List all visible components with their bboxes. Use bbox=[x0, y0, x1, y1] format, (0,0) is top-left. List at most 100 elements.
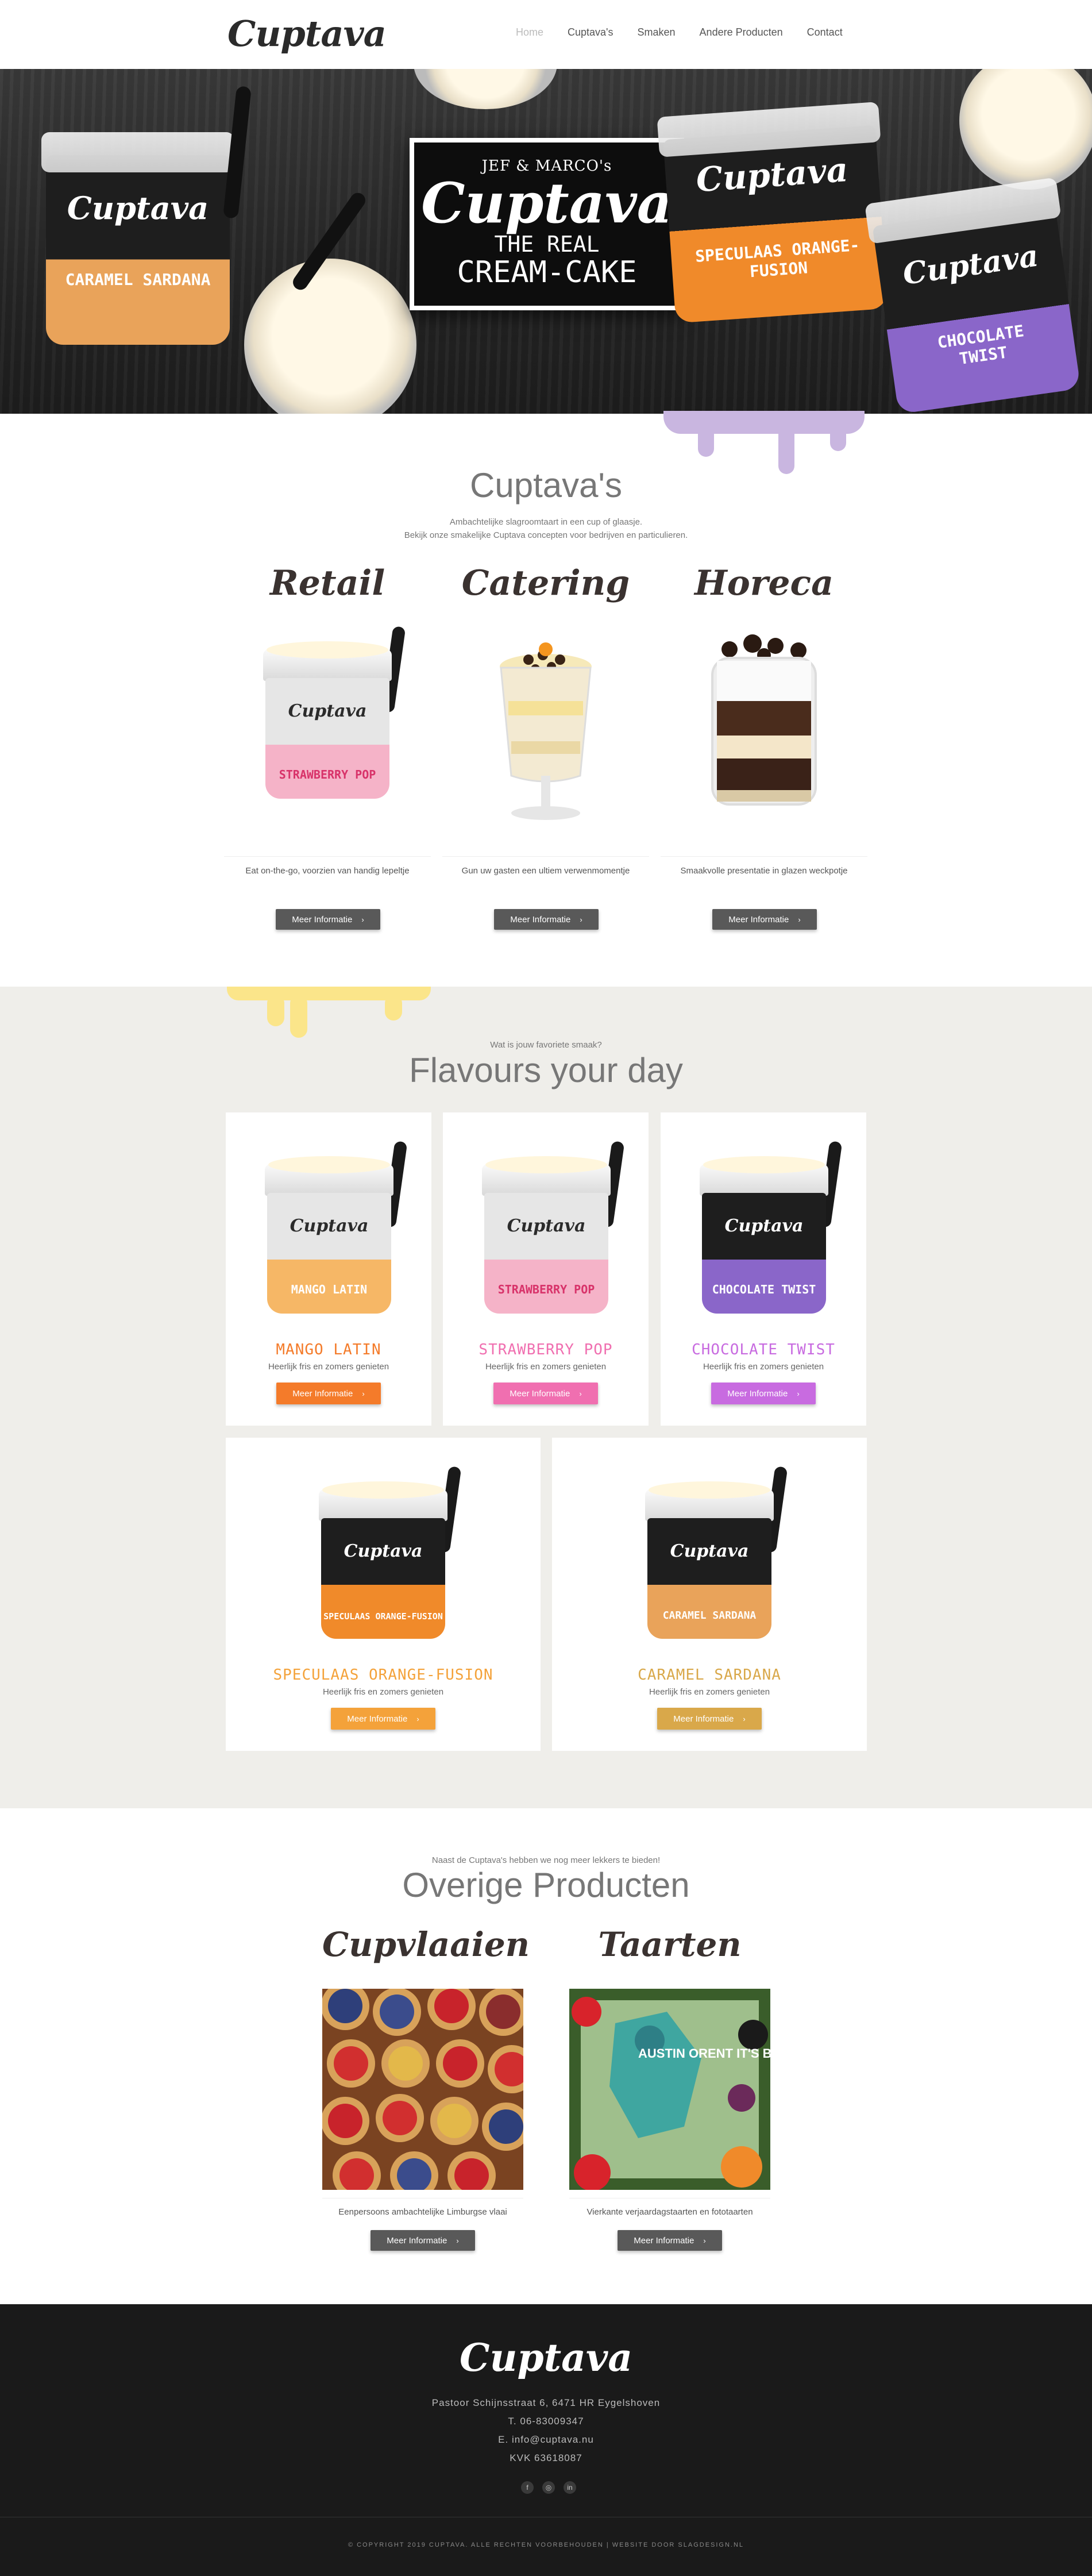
site-logo[interactable]: Cuptava bbox=[227, 13, 387, 55]
concept-name: Horeca bbox=[694, 563, 834, 603]
hero-banner: Cuptava CARAMEL SARDANA JEF & MARCO's Cu… bbox=[0, 69, 1092, 414]
flavour-card-mango: Cuptava MANGO LATIN MANGO LATIN Heerlijk… bbox=[226, 1112, 431, 1426]
chevron-right-icon: › bbox=[361, 915, 364, 924]
flavours-title: Flavours your day bbox=[409, 1051, 683, 1089]
button-label: Meer Informatie bbox=[510, 1388, 570, 1399]
facebook-icon[interactable]: f bbox=[521, 2481, 534, 2494]
nav-link-home[interactable]: Home bbox=[516, 26, 543, 38]
chocolate-more-info-button[interactable]: Meer Informatie › bbox=[711, 1383, 816, 1404]
flavour-name: CHOCOLATE TWIST bbox=[692, 1341, 835, 1358]
product-desc-taarten: Vierkante verjaardagstaarten en fototaar… bbox=[586, 2207, 753, 2217]
footer-phone[interactable]: T. 06-83009347 bbox=[0, 2416, 1092, 2427]
hero-brand-badge: JEF & MARCO's Cuptava THE REAL CREAM-CAK… bbox=[410, 138, 684, 310]
badge-brand: Cuptava bbox=[421, 171, 673, 236]
hero-cup-speculaas: Cuptava SPECULAAS ORANGE-FUSION bbox=[657, 102, 888, 324]
concept-description: Eat on-the-go, voorzien van handig lepel… bbox=[224, 856, 431, 876]
cup-flavour: CHOCOLATE TWIST bbox=[936, 321, 1025, 368]
strawberry-more-info-button[interactable]: Meer Informatie › bbox=[493, 1383, 598, 1404]
concepts-subtitle-1: Ambachtelijke slagroomtaart in een cup o… bbox=[449, 517, 643, 527]
footer-kvk: KVK 63618087 bbox=[510, 2452, 582, 2463]
hero-cup-caramel: Cuptava CARAMEL SARDANA bbox=[41, 132, 234, 345]
footer-copyright: © COPYRIGHT 2019 CUPTAVA. ALLE RECHTEN V… bbox=[348, 2542, 744, 2548]
flavours-eyebrow: Wat is jouw favoriete smaak? bbox=[490, 1040, 602, 1050]
mango-more-info-button[interactable]: Meer Informatie › bbox=[276, 1383, 381, 1404]
flavour-name: SPECULAAS ORANGE-FUSION bbox=[273, 1666, 493, 1684]
other-eyebrow: Naast de Cuptava's hebben we nog meer le… bbox=[431, 1855, 661, 1865]
hero-cup-chocolate: Cuptava CHOCOLATE TWIST bbox=[865, 177, 1081, 414]
taarten-photo: AUSTIN ORENT IT'S BIRTHDAY LOVE NMMONG G… bbox=[569, 1989, 770, 2190]
flavour-card-chocolate: Cuptava CHOCOLATE TWIST CHOCOLATE TWIST … bbox=[661, 1112, 866, 1426]
chevron-right-icon: › bbox=[580, 915, 582, 924]
chevron-right-icon: › bbox=[362, 1389, 365, 1398]
flavour-subtitle: Heerlijk fris en zomers genieten bbox=[485, 1362, 607, 1372]
button-label: Meer Informatie bbox=[510, 914, 571, 925]
flavour-cup-image: Cuptava CARAMEL SARDANA bbox=[640, 1466, 788, 1639]
cupvlaaien-photo bbox=[322, 1989, 523, 2190]
concepts-title: Cuptava's bbox=[470, 466, 622, 505]
retail-more-info-button[interactable]: Meer Informatie › bbox=[276, 909, 380, 930]
nav-link-andere-producten[interactable]: Andere Producten bbox=[700, 26, 783, 38]
nav-link-smaken[interactable]: Smaken bbox=[638, 26, 676, 38]
nav-menu: Home Cuptava's Smaken Andere Producten C… bbox=[516, 26, 867, 38]
badge-line-1: THE REAL bbox=[494, 232, 600, 257]
top-navigation: Cuptava Home Cuptava's Smaken Andere Pro… bbox=[0, 0, 1092, 69]
horeca-more-info-button[interactable]: Meer Informatie › bbox=[712, 909, 817, 930]
concept-description: Smaakvolle presentatie in glazen weckpot… bbox=[661, 856, 867, 876]
flavour-card-strawberry: Cuptava STRAWBERRY POP STRAWBERRY POP He… bbox=[443, 1112, 649, 1426]
flavour-cup-image: Cuptava MANGO LATIN bbox=[260, 1141, 408, 1314]
cup-brand: Cuptava bbox=[694, 150, 850, 200]
concept-name: Retail bbox=[269, 563, 385, 603]
flavour-card-speculaas: Cuptava SPECULAAS ORANGE-FUSION SPECULAA… bbox=[226, 1438, 541, 1751]
purple-drip-decoration bbox=[663, 411, 865, 474]
flavour-cup-image: Cuptava CHOCOLATE TWIST bbox=[695, 1141, 843, 1314]
flavour-cup-image: Cuptava STRAWBERRY POP bbox=[477, 1141, 625, 1314]
cupvlaaien-more-info-button[interactable]: Meer Informatie › bbox=[371, 2230, 475, 2251]
catering-more-info-button[interactable]: Meer Informatie › bbox=[494, 909, 599, 930]
cup-brand: Cuptava bbox=[67, 190, 209, 226]
flavour-name: CARAMEL SARDANA bbox=[638, 1666, 781, 1684]
caramel-more-info-button[interactable]: Meer Informatie › bbox=[657, 1708, 762, 1730]
flavour-subtitle: Heerlijk fris en zomers genieten bbox=[322, 1687, 444, 1697]
concept-description: Gun uw gasten een ultiem verwenmomentje bbox=[442, 856, 649, 876]
chevron-right-icon: › bbox=[579, 1389, 582, 1398]
yellow-drip-decoration bbox=[227, 987, 431, 1038]
flavour-cup-image: Cuptava SPECULAAS ORANGE-FUSION bbox=[314, 1466, 462, 1639]
concept-retail: Retail Cuptava STRAWBERRY POP Eat on-the… bbox=[224, 563, 431, 876]
flavour-name: STRAWBERRY POP bbox=[479, 1341, 613, 1358]
cup-flavour: CARAMEL SARDANA bbox=[662, 1609, 757, 1622]
button-label: Meer Informatie bbox=[347, 1714, 408, 1724]
catering-glass-image bbox=[500, 642, 592, 820]
nav-link-contact[interactable]: Contact bbox=[807, 26, 843, 38]
speculaas-more-info-button[interactable]: Meer Informatie › bbox=[331, 1708, 435, 1730]
flavour-name: MANGO LATIN bbox=[276, 1341, 381, 1358]
flavour-subtitle: Heerlijk fris en zomers genieten bbox=[703, 1362, 824, 1372]
button-label: Meer Informatie bbox=[673, 1714, 734, 1724]
concepts-subtitle-2: Bekijk onze smakelijke Cuptava concepten… bbox=[404, 530, 688, 540]
horeca-jar-image bbox=[711, 634, 817, 806]
instagram-icon[interactable]: ◎ bbox=[542, 2481, 555, 2494]
other-title: Overige Producten bbox=[402, 1866, 690, 1904]
nav-link-cuptavas[interactable]: Cuptava's bbox=[568, 26, 613, 38]
cup-brand: Cuptava bbox=[900, 238, 1041, 292]
flavour-card-caramel: Cuptava CARAMEL SARDANA CARAMEL SARDANA … bbox=[552, 1438, 867, 1751]
button-label: Meer Informatie bbox=[292, 914, 353, 925]
button-label: Meer Informatie bbox=[634, 2235, 694, 2246]
linkedin-icon[interactable]: in bbox=[564, 2481, 576, 2494]
cake-text: AUSTIN ORENT IT'S BIRTHDAY LOVE NMMONG G… bbox=[638, 2046, 770, 2061]
concept-horeca: Horeca Smaakvolle presentatie in glazen … bbox=[661, 563, 867, 876]
cup-flavour: STRAWBERRY POP bbox=[279, 768, 376, 781]
tarts-image bbox=[322, 1989, 523, 2190]
taarten-more-info-button[interactable]: Meer Informatie › bbox=[618, 2230, 722, 2251]
chevron-right-icon: › bbox=[703, 2236, 706, 2245]
cup-lid bbox=[41, 132, 234, 172]
flavour-subtitle: Heerlijk fris en zomers genieten bbox=[268, 1362, 389, 1372]
chevron-right-icon: › bbox=[416, 1714, 419, 1723]
cup-flavour: SPECULAAS ORANGE-FUSION bbox=[323, 1611, 443, 1622]
cup-flavour: MANGO LATIN bbox=[291, 1283, 368, 1296]
footer-email[interactable]: E. info@cuptava.nu bbox=[0, 2434, 1092, 2446]
chevron-right-icon: › bbox=[798, 915, 801, 924]
flavour-subtitle: Heerlijk fris en zomers genieten bbox=[649, 1687, 770, 1697]
cup-flavour: STRAWBERRY POP bbox=[497, 1283, 595, 1296]
chevron-right-icon: › bbox=[743, 1714, 746, 1723]
product-name-taarten: Taarten bbox=[598, 1925, 742, 1964]
